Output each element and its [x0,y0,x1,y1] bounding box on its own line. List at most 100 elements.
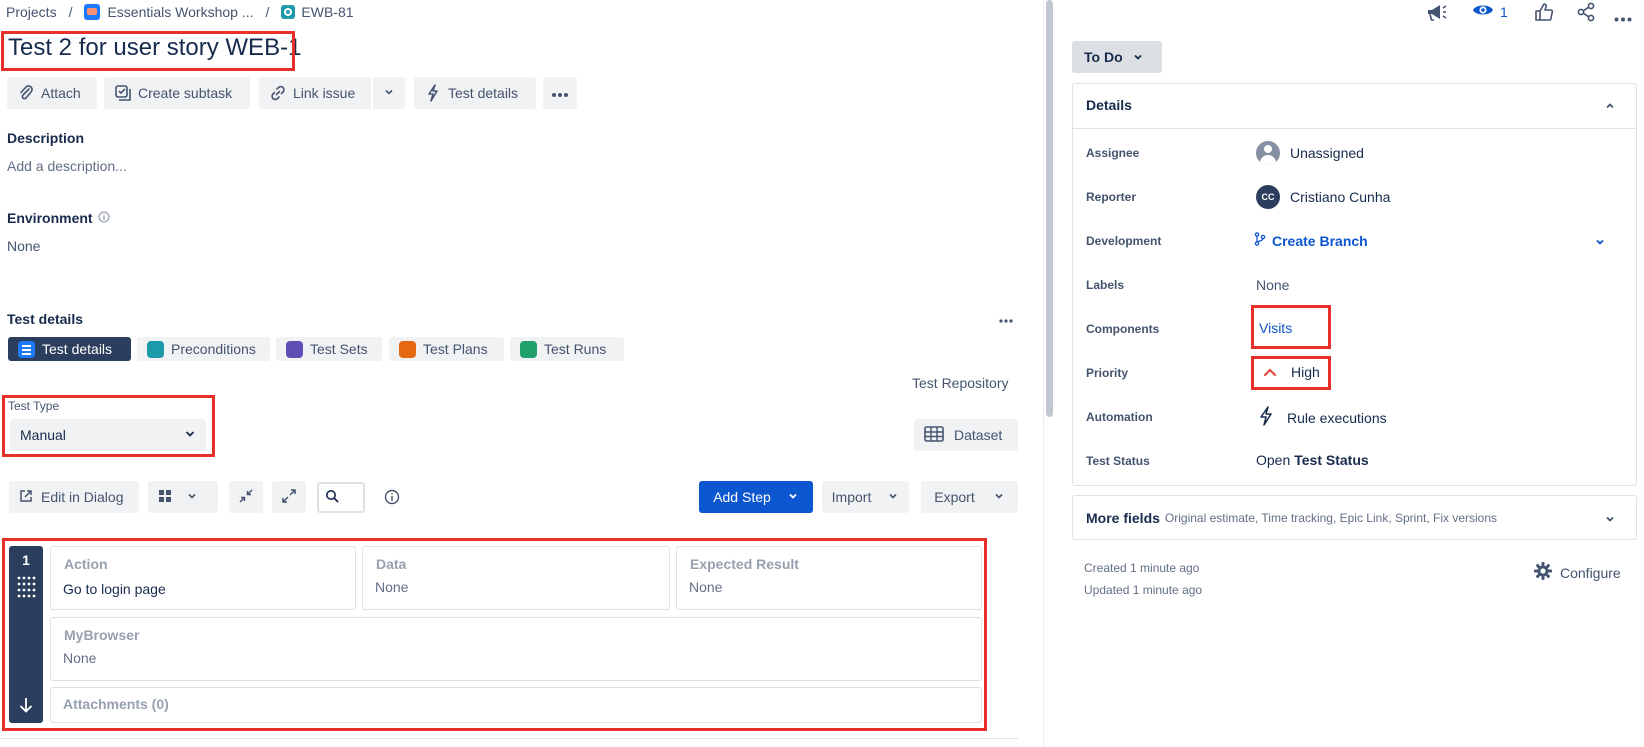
step-data-cell[interactable]: Data None [362,546,670,610]
tab-test-runs[interactable]: Test Runs [510,337,624,361]
edit-in-dialog-button[interactable]: Edit in Dialog [9,481,139,513]
tab-test-sets[interactable]: Test Sets [276,337,382,361]
description-field[interactable]: Add a description... [7,158,127,174]
step-number: 1 [22,552,30,568]
step-expected-cell[interactable]: Expected Result None [676,546,982,610]
priority-value[interactable]: High [1263,364,1320,380]
tab-preconditions[interactable]: Preconditions [137,337,270,361]
lightning-icon [424,84,442,102]
paperclip-icon [17,84,35,102]
tab-test-details[interactable]: Test details [8,337,131,361]
link-issue-dropdown[interactable] [373,77,405,109]
expand-icon [281,488,297,507]
arrow-down-icon[interactable] [18,696,34,717]
assignee-value[interactable]: Unassigned [1256,141,1364,165]
breadcrumb-issue[interactable]: EWB-81 [281,4,354,20]
mybrowser-label: MyBrowser [64,627,140,643]
automation-value[interactable]: Rule executions [1259,406,1387,429]
breadcrumb-projects[interactable]: Projects [6,4,57,20]
chevron-down-icon [383,85,395,101]
expected-value: None [689,579,723,595]
add-step-button[interactable]: Add Step [699,481,813,513]
more-fields-hint: Original estimate, Time tracking, Epic L… [1164,510,1498,525]
breadcrumb-project[interactable]: Essentials Workshop ... [84,4,254,20]
chevron-down-icon[interactable] [1594,235,1606,251]
chevron-down-icon [186,489,198,505]
layout-toggle-button[interactable] [148,481,218,513]
priority-high-icon [1263,364,1277,380]
chevron-down-icon [1604,512,1616,528]
test-repository-link[interactable]: Test Repository [912,375,1008,391]
table-icon [924,425,944,445]
search-input[interactable] [317,482,365,513]
scrollbar-thumb[interactable] [1046,0,1053,417]
avatar [1256,141,1280,165]
test-type-label: Test Type [8,399,60,413]
share-icon[interactable] [1576,2,1596,25]
more-fields-label: More fields [1086,509,1160,526]
issue-title[interactable]: Test 2 for user story WEB-1 [8,34,301,62]
components-value[interactable]: Visits [1259,320,1292,336]
avatar: CC [1256,185,1280,209]
create-branch-link[interactable]: Create Branch [1254,232,1368,249]
create-subtask-button[interactable]: Create subtask [104,77,250,109]
step-action-cell[interactable]: Action Go to login page [50,546,356,610]
configure-button[interactable]: Configure [1533,561,1621,584]
test-status-label: Test Status [1086,454,1150,468]
export-button[interactable]: Export [921,481,1018,513]
collapse-icon [238,488,254,507]
step-sidebar: 1 [9,546,43,723]
import-button[interactable]: Import [822,481,909,513]
test-status-value[interactable]: Open Test Status [1256,452,1369,468]
environment-value[interactable]: None [7,238,40,254]
project-icon [84,4,101,20]
divider [0,738,1018,739]
info-icon [98,210,110,226]
development-label: Development [1086,234,1162,248]
tab-test-plans[interactable]: Test Plans [389,337,504,361]
attach-button[interactable]: Attach [7,77,97,109]
updated-timestamp: Updated 1 minute ago [1084,583,1203,597]
details-header[interactable]: Details [1073,84,1636,129]
info-icon[interactable] [384,489,400,508]
action-value: Go to login page [63,581,166,597]
chevron-down-icon [993,489,1005,505]
external-link-icon [19,489,33,506]
link-icon [269,84,287,102]
mybrowser-value: None [63,650,97,666]
link-issue-button[interactable]: Link issue [259,77,371,109]
priority-label: Priority [1086,366,1129,380]
watchers-button[interactable]: 1 [1472,2,1508,21]
drag-handle-icon[interactable] [17,576,36,598]
automation-label: Automation [1086,410,1153,424]
more-fields-panel[interactable]: More fields Original estimate, Time trac… [1072,495,1637,540]
dataset-button[interactable]: Dataset [914,419,1018,451]
more-icon[interactable] [1614,9,1632,25]
data-value: None [375,579,409,595]
more-actions-button[interactable] [543,77,577,109]
subtask-icon [114,84,132,102]
search-icon [325,489,339,506]
eye-icon [1472,2,1494,21]
reporter-value[interactable]: CC Cristiano Cunha [1256,185,1390,209]
grid-icon [158,489,172,506]
expand-button[interactable] [272,481,306,513]
breadcrumb-separator: / [265,4,270,20]
lightning-icon [1259,406,1273,429]
more-icon [551,85,569,101]
branch-icon [1254,232,1266,249]
thumbs-up-icon[interactable] [1534,2,1554,25]
expected-label: Expected Result [690,556,799,572]
section-more-icon[interactable] [998,311,1014,327]
test-details-button[interactable]: Test details [414,77,536,109]
feedback-icon[interactable] [1425,2,1447,25]
step-mybrowser-cell[interactable]: MyBrowser None [50,617,982,681]
test-type-value: Manual [20,427,66,443]
collapse-button[interactable] [229,481,263,513]
data-label: Data [376,556,407,572]
chevron-down-icon [787,489,799,505]
step-attachments-cell[interactable]: Attachments (0) [50,687,982,723]
labels-value[interactable]: None [1256,277,1289,293]
test-type-select[interactable]: Manual [10,419,206,451]
status-dropdown[interactable]: To Do [1072,41,1162,73]
